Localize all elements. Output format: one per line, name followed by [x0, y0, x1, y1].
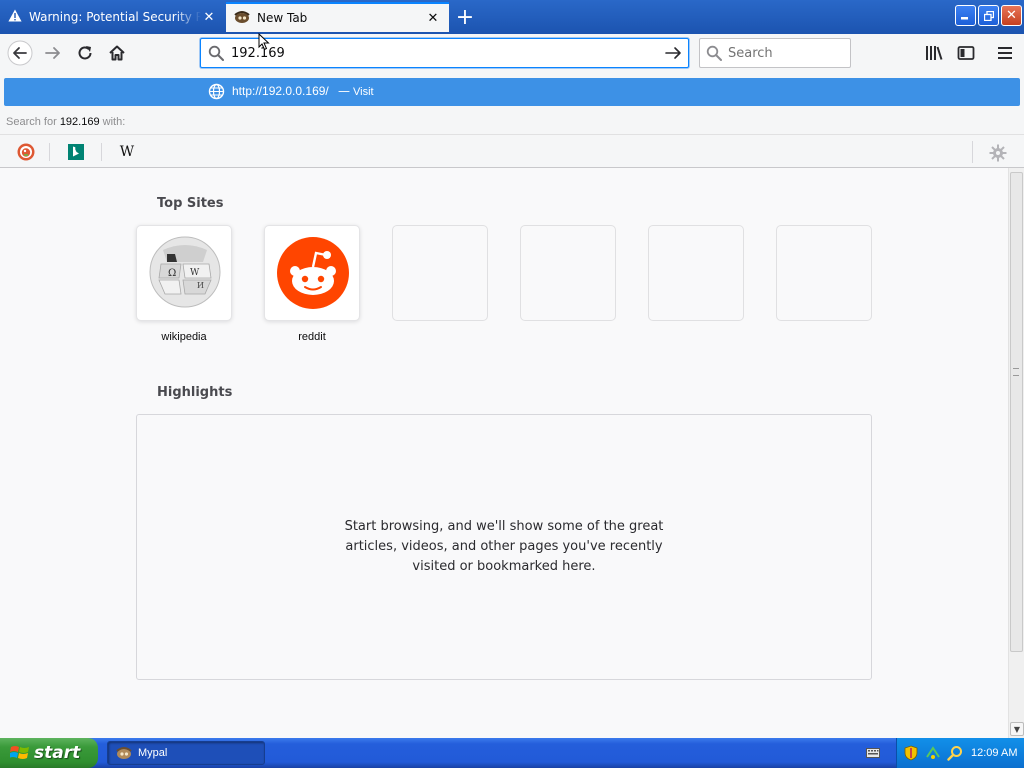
start-button[interactable]: start: [0, 738, 98, 768]
autocomplete-popup: http://192.0.0.169/ — Visit Search for 1…: [0, 72, 1024, 168]
url-bar[interactable]: 192.169: [200, 38, 689, 68]
tab-strip: Warning: Potential Security Risk Ahead ✕…: [0, 0, 1024, 34]
search-with-label: Search for 192.169 with:: [6, 116, 125, 128]
home-icon: [109, 45, 125, 61]
minimize-button[interactable]: [955, 5, 976, 26]
wikipedia-icon: W: [119, 144, 135, 160]
suggestion-url: http://192.0.0.169/: [232, 84, 329, 98]
warning-icon: [8, 9, 22, 25]
bing-engine-button[interactable]: [66, 142, 86, 162]
search-settings-button[interactable]: [987, 142, 1009, 164]
home-button[interactable]: [103, 39, 131, 67]
globe-icon: [208, 83, 225, 103]
mouse-cursor-icon: [258, 33, 270, 51]
search-tray-icon[interactable]: [947, 745, 963, 761]
highlights-empty-state: Start browsing, and we'll show some of t…: [136, 414, 872, 680]
keyboard-icon[interactable]: [866, 747, 880, 759]
tab-title: Warning: Potential Security Risk Ahead: [29, 10, 201, 24]
engine-separator: [972, 141, 973, 163]
top-site-tile-wikipedia[interactable]: Ω W И: [136, 225, 232, 321]
back-button[interactable]: [6, 39, 34, 67]
duckduckgo-engine-button[interactable]: [16, 142, 36, 162]
search-bar[interactable]: [699, 38, 851, 68]
taskbar-item-label: Mypal: [138, 747, 168, 759]
system-tray: 12:09 AM: [896, 738, 1024, 768]
start-label: start: [34, 743, 81, 763]
library-button[interactable]: [920, 39, 948, 67]
new-tab-button[interactable]: +: [452, 4, 478, 30]
svg-text:И: И: [197, 281, 204, 290]
search-for-prefix: Search for: [6, 116, 57, 128]
tab-close-icon[interactable]: ✕: [425, 10, 441, 26]
mypal-icon: [234, 10, 250, 27]
vertical-scrollbar[interactable]: ▼: [1008, 168, 1024, 738]
tab-title: New Tab: [257, 11, 308, 25]
tab-close-icon[interactable]: ✕: [201, 9, 217, 25]
library-icon: [926, 46, 943, 60]
search-icon: [201, 45, 231, 61]
back-arrow-icon: [7, 40, 33, 66]
top-site-label: reddit: [298, 331, 326, 343]
highlights-title: Highlights: [157, 385, 233, 400]
engine-separator: [101, 143, 102, 161]
hamburger-menu-icon: [998, 47, 1012, 59]
search-for-query: 192.169: [59, 116, 100, 128]
new-tab-page: Top Sites Ω W И wikipedia reddit Highlig…: [0, 168, 1008, 738]
restore-button[interactable]: [978, 5, 999, 26]
forward-button[interactable]: [39, 39, 67, 67]
top-site-label: wikipedia: [161, 331, 207, 343]
top-site-tile-empty: [392, 225, 488, 321]
search-icon: [700, 45, 728, 61]
highlights-empty-message: Start browsing, and we'll show some of t…: [344, 519, 664, 574]
reload-icon: [78, 46, 92, 60]
network-icon[interactable]: [925, 745, 941, 761]
top-sites-title: Top Sites: [157, 196, 224, 211]
wikipedia-logo-icon: Ω W И: [149, 236, 221, 308]
scroll-down-button[interactable]: ▼: [1010, 722, 1024, 736]
suggestion-action: Visit: [353, 86, 374, 98]
go-arrow-icon[interactable]: [660, 45, 688, 61]
wikipedia-engine-button[interactable]: W: [117, 142, 137, 162]
svg-text:W: W: [190, 268, 200, 278]
security-shield-icon[interactable]: [903, 745, 919, 761]
close-window-button[interactable]: ✕: [1001, 5, 1022, 26]
svg-text:Ω: Ω: [168, 268, 176, 279]
scrollbar-grip-icon: [1013, 368, 1019, 376]
sidebar-icon: [957, 46, 975, 60]
top-site-tile-empty: [776, 225, 872, 321]
tab-warning[interactable]: Warning: Potential Security Risk Ahead ✕: [0, 2, 225, 32]
duckduckgo-icon: [17, 143, 35, 161]
suggestion-separator: —: [338, 84, 350, 98]
taskbar: start Mypal 12:09 AM: [0, 738, 1024, 768]
taskbar-clock: 12:09 AM: [971, 747, 1018, 759]
suggestion-row-visit[interactable]: http://192.0.0.169/ — Visit: [4, 78, 1020, 106]
top-site-tile-empty: [520, 225, 616, 321]
url-input[interactable]: 192.169: [231, 46, 660, 61]
top-site-tile-empty: [648, 225, 744, 321]
scrollbar-thumb[interactable]: [1010, 172, 1023, 652]
windows-logo-icon: [10, 746, 29, 759]
engine-separator: [49, 143, 50, 161]
forward-arrow-icon: [45, 47, 60, 59]
reddit-logo-icon: [277, 237, 349, 309]
top-site-tile-reddit[interactable]: [264, 225, 360, 321]
tab-new-tab[interactable]: New Tab ✕: [226, 2, 449, 32]
sidebar-button[interactable]: [952, 39, 980, 67]
search-for-suffix: with:: [102, 116, 126, 128]
gear-icon: [989, 144, 1007, 162]
reload-button[interactable]: [71, 39, 99, 67]
search-input[interactable]: [728, 45, 838, 61]
menu-button[interactable]: [991, 39, 1019, 67]
one-off-search-engines: W: [0, 134, 1024, 168]
mypal-icon: [116, 747, 132, 759]
bing-icon: [68, 144, 84, 160]
taskbar-item-mypal[interactable]: Mypal: [107, 741, 265, 765]
nav-toolbar: 192.169: [0, 34, 1024, 72]
